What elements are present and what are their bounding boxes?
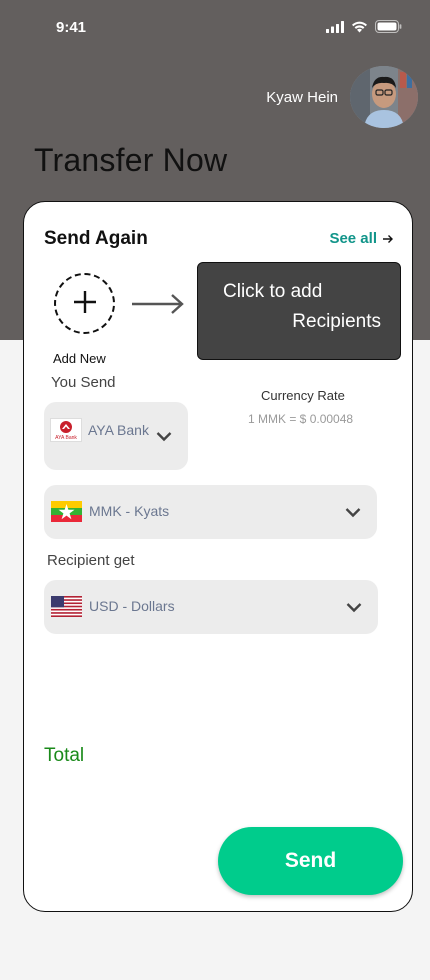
currency-rate-label: Currency Rate	[261, 388, 345, 403]
receive-currency-select[interactable]: USD - Dollars	[44, 580, 378, 634]
bank-logo-text: AYA Bank	[55, 435, 77, 441]
send-again-title: Send Again	[44, 228, 148, 249]
wifi-icon	[351, 21, 368, 33]
avatar[interactable]	[350, 66, 418, 128]
user-profile[interactable]: Kyaw Hein	[266, 66, 418, 128]
transfer-card: Send Again See all Add New Click to add …	[23, 201, 413, 912]
currency-rate-value: 1 MMK = $ 0.00048	[248, 412, 354, 426]
send-button[interactable]: Send	[218, 827, 403, 895]
you-send-label: You Send	[51, 374, 116, 391]
add-recipients-tooltip: Click to add Recipients	[197, 262, 401, 360]
send-currency-label: MMK - Kyats	[89, 503, 170, 519]
add-new-label: Add New	[53, 351, 106, 366]
tooltip-line-2: Recipients	[292, 311, 381, 332]
status-icons	[326, 20, 402, 33]
chevron-down-icon	[345, 503, 361, 522]
transfer-screen: 9:41 Kyaw Hein Transfer Now Send Again S…	[0, 0, 430, 980]
myanmar-flag-icon	[51, 501, 82, 522]
add-new-button[interactable]	[54, 273, 115, 334]
chevron-down-icon	[346, 598, 362, 617]
send-currency-select[interactable]: MMK - Kyats	[44, 485, 377, 539]
signal-icon	[326, 20, 344, 33]
send-button-label: Send	[284, 849, 337, 872]
bank-name: AYA Bank	[88, 422, 149, 438]
receive-currency-label: USD - Dollars	[89, 598, 175, 614]
long-arrow-right-icon	[130, 292, 186, 320]
arrow-right-icon	[382, 231, 394, 247]
us-flag-icon	[51, 596, 82, 617]
plus-icon	[72, 289, 98, 319]
bank-select[interactable]: AYA Bank AYA Bank	[44, 402, 188, 470]
page-title: Transfer Now	[34, 142, 228, 178]
aya-bank-logo: AYA Bank	[50, 418, 82, 442]
see-all-link[interactable]: See all	[329, 230, 394, 247]
recipient-get-label: Recipient get	[47, 552, 135, 569]
tooltip-line-1: Click to add	[223, 281, 323, 302]
battery-icon	[375, 20, 402, 33]
total-label: Total	[44, 745, 85, 766]
status-bar: 9:41	[0, 0, 430, 54]
status-time: 9:41	[56, 19, 87, 36]
chevron-down-icon	[156, 427, 172, 446]
profile-name: Kyaw Hein	[266, 88, 338, 106]
see-all-label: See all	[329, 230, 377, 247]
